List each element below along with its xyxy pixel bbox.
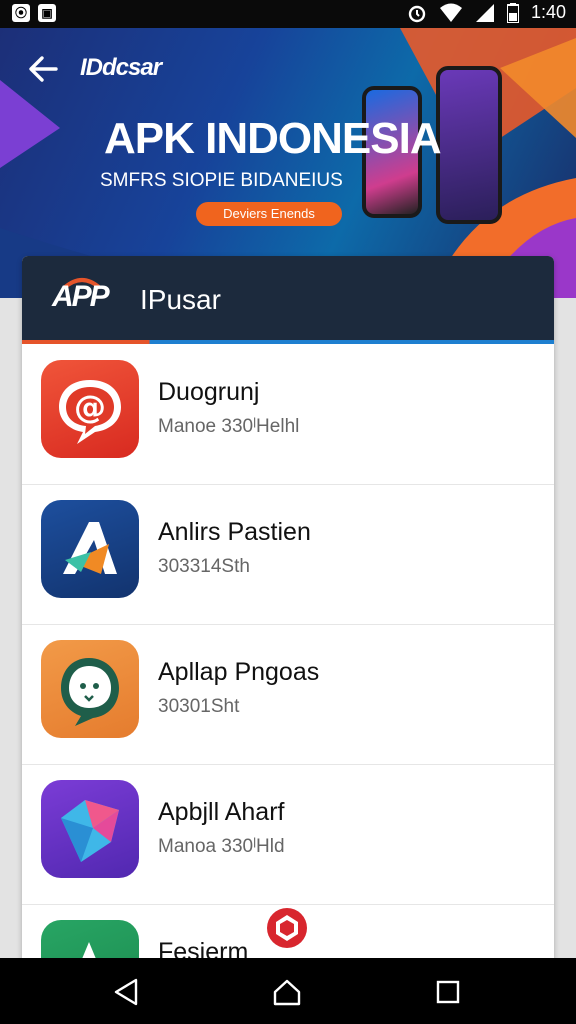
- list-item[interactable]: Anlirs Pastien 303314Sth: [22, 484, 554, 625]
- red-chat-icon: @: [41, 360, 139, 458]
- battery-icon: [506, 2, 519, 23]
- signal-icon: [475, 3, 494, 22]
- banner-headline: APK INDONESIA: [104, 114, 442, 163]
- list-item[interactable]: Apbjll Aharf Manoa 330ˡHld: [22, 764, 554, 905]
- blue-letter-a-icon: [41, 500, 139, 598]
- back-triangle-icon[interactable]: [110, 976, 142, 1008]
- app-meta: 303314Sth: [158, 556, 250, 577]
- list-title: IPusar: [140, 284, 221, 315]
- notification-box-icon: ⦿: [12, 4, 30, 22]
- phone-illustration-right: [436, 66, 502, 224]
- app-name: Apbjll Aharf: [158, 798, 285, 826]
- app-meta: 30301Sht: [158, 696, 240, 717]
- list-item[interactable]: Apllap Pngoas 30301Sht: [22, 624, 554, 765]
- banner-cta-button[interactable]: Deviers Enends: [196, 202, 342, 226]
- red-hexagon-badge-icon[interactable]: [265, 906, 309, 950]
- system-nav-bar: [0, 958, 576, 1024]
- recents-square-icon[interactable]: [432, 976, 464, 1008]
- svg-text:@: @: [74, 388, 106, 426]
- orange-ghost-chat-icon: [41, 640, 139, 738]
- app-name: Duogrunj: [158, 378, 260, 406]
- app-list-card: APP IPusar @ Duogrunj Manoe 330ˡHelhl An…: [22, 256, 554, 976]
- back-arrow-icon[interactable]: [26, 52, 60, 86]
- app-meta: Manoe 330ˡHelhl: [158, 416, 300, 437]
- list-header: APP IPusar: [22, 256, 554, 340]
- purple-gem-icon: [41, 780, 139, 878]
- notification-image-icon: ▣: [38, 4, 56, 22]
- list-item[interactable]: @ Duogrunj Manoe 330ˡHelhl: [22, 344, 554, 485]
- app-name: Apllap Pngoas: [158, 658, 320, 686]
- app-name: Anlirs Pastien: [158, 518, 311, 546]
- clock: 1:40: [530, 2, 566, 22]
- status-bar: ⦿ ▣ 1:40: [0, 0, 576, 28]
- brand-logo: IDdcsar: [80, 54, 162, 81]
- alarm-icon: [408, 5, 426, 22]
- home-icon[interactable]: [271, 976, 303, 1008]
- header-logo: APP: [52, 280, 110, 313]
- app-meta: Manoa 330ˡHld: [158, 836, 285, 857]
- banner-subline: SMFRS SIOPIE BIDANEIUS: [100, 170, 343, 191]
- wifi-icon: [439, 3, 462, 22]
